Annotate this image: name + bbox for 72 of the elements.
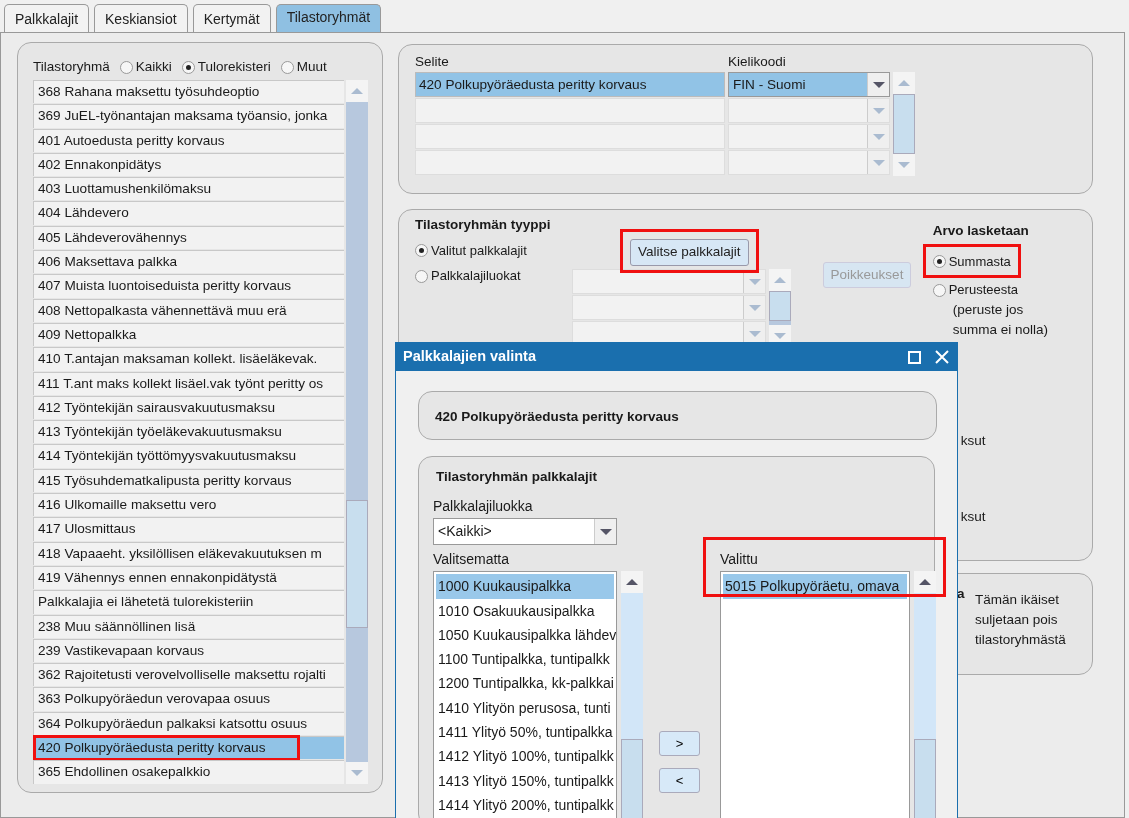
list-item[interactable]: 411 T.ant maks kollekt lisäel.vak työnt peritty os: [33, 371, 344, 395]
list-item[interactable]: 363 Polkupyöräedun verovapaa osuus: [33, 687, 344, 711]
list-item[interactable]: 1000 Kuukausipalkka: [436, 574, 614, 599]
list-item[interactable]: 418 Vapaaeht. yksilöllisen eläkevakuutuksen m: [33, 541, 344, 565]
radio-label[interactable]: Valitut palkkalajit: [431, 241, 527, 261]
list-item[interactable]: 416 Ulkomaille maksettu vero: [33, 493, 344, 517]
list-item[interactable]: 401 Autoedusta peritty korvaus: [33, 128, 344, 152]
list-item[interactable]: 368 Rahana maksettu työsuhdeoptio: [33, 80, 344, 104]
list-item[interactable]: 1412 Ylityö 100%, tuntipalkk: [436, 744, 614, 769]
tab[interactable]: Keskiansiot: [94, 4, 188, 32]
list-item[interactable]: 238 Muu säännöllinen lisä: [33, 614, 344, 638]
list-item[interactable]: 404 Lähdevero: [33, 201, 344, 225]
list-item[interactable]: 1411 Ylityö 50%, tuntipalkka: [436, 720, 614, 745]
list-item[interactable]: 417 Ulosmittaus: [33, 517, 344, 541]
radio-label[interactable]: Palkkalajiluokat: [431, 266, 521, 286]
list-item[interactable]: 406 Maksettava palkka: [33, 250, 344, 274]
list-label: Valitsematta: [433, 550, 510, 569]
section-title: Tilastoryhmän tyyppi: [415, 216, 552, 234]
obscured-label: ksut: [959, 508, 987, 527]
radio-label[interactable]: Tulorekisteri: [197, 56, 271, 78]
list-item[interactable]: 1100 Tuntipalkka, tuntipalkk: [436, 647, 614, 672]
field-label: Palkkalajiluokka: [433, 497, 534, 516]
list-item[interactable]: 415 Työsuhdematkalipusta peritty korvaus: [33, 468, 344, 493]
list-item[interactable]: Palkkalajia ei lähetetä tulorekisteriin: [33, 590, 344, 614]
radio-label[interactable]: Muut: [296, 56, 327, 78]
list-item[interactable]: 413 Työntekijän työeläkevakuutusmaksu: [33, 420, 344, 444]
radio-label[interactable]: Summasta: [948, 252, 1011, 272]
dialog-title: Palkkalajien valinta: [403, 347, 536, 367]
table-cell[interactable]: 420 Polkupyöräedusta peritty korvaus: [415, 72, 725, 97]
list-item[interactable]: 365 Ehdollinen osakepalkkio: [33, 760, 344, 784]
radio-label[interactable]: Kaikki: [135, 56, 172, 78]
list-item[interactable]: 1414 Ylityö 200%, tuntipalkk: [436, 792, 614, 818]
list-item[interactable]: 1010 Osakuukausipalkka: [436, 598, 614, 623]
tab[interactable]: Kertymät: [192, 4, 271, 32]
list-item[interactable]: 408 Nettopalkasta vähennettävä muu erä: [33, 298, 344, 322]
list-item[interactable]: 419 Vähennys ennen ennakonpidätystä: [33, 565, 344, 590]
list-item[interactable]: 364 Polkupyöräedun palkaksi katsottu osuus: [33, 711, 344, 735]
column-header: Kielikoodi: [728, 53, 786, 71]
select-button[interactable]: Valitse palkkalajit: [630, 239, 749, 266]
column-header: Selite: [415, 53, 450, 71]
list-item[interactable]: 410 T.antajan maksaman kollekt. lisäeläkevak.: [33, 347, 344, 371]
list-item[interactable]: 1413 Ylityö 150%, tuntipalkk: [436, 768, 614, 793]
obscured-label: ksut: [959, 432, 987, 451]
list-item[interactable]: 369 JuEL-työnantajan maksama työansio, jonka: [33, 104, 344, 128]
panel-text: Tämän ikäiset suljetaan pois tilastoryhmästä: [975, 591, 1067, 649]
language-select[interactable]: FIN - Suomi: [728, 72, 890, 97]
list-item[interactable]: 405 Lähdeverovähennys: [33, 225, 344, 250]
note-text: (peruste jos summa ei nolla): [951, 301, 1049, 340]
class-select[interactable]: <Kaikki>: [433, 518, 617, 546]
section-title: Tilastoryhmän palkkalajit: [436, 468, 599, 486]
list-item[interactable]: 407 Muista luontoiseduista peritty korvaus: [33, 274, 344, 298]
tab[interactable]: Tilastoryhmät: [275, 4, 382, 32]
section-title: a: [957, 585, 965, 603]
radio-label[interactable]: Perusteesta: [948, 280, 1019, 300]
list-item[interactable]: 362 Rajoitetusti verovelvolliselle maksettu rojalti: [33, 663, 344, 687]
list-item[interactable]: 1200 Tuntipalkka, kk-palkkai: [436, 671, 614, 696]
filter-label: Tilastoryhmä: [33, 57, 110, 76]
add-button[interactable]: >: [659, 731, 700, 757]
list-item[interactable]: 412 Työntekijän sairausvakuutusmaksu: [33, 395, 344, 420]
list-item[interactable]: 414 Työntekijän työttömyysvakuutusmaksu: [33, 444, 344, 468]
list-item[interactable]: 1410 Ylityön perusosa, tunti: [436, 695, 614, 721]
list-label: Valittu: [720, 550, 759, 569]
record-title: 420 Polkupyöräedusta peritty korvaus: [435, 409, 679, 424]
remove-button[interactable]: <: [659, 768, 700, 794]
list-item[interactable]: 409 Nettopalkka: [33, 322, 344, 347]
list-item[interactable]: 420 Polkupyöräedusta peritty korvaus: [33, 736, 344, 760]
section-title: Arvo lasketaan: [932, 222, 1030, 240]
list-item[interactable]: 402 Ennakonpidätys: [33, 152, 344, 177]
list-item[interactable]: 239 Vastikevapaan korvaus: [33, 638, 344, 663]
list-item[interactable]: 403 Luottamushenkilömaksu: [33, 177, 344, 201]
tab[interactable]: Palkkalajit: [4, 4, 90, 32]
list-item[interactable]: 1050 Kuukausipalkka lähdev: [436, 622, 614, 648]
